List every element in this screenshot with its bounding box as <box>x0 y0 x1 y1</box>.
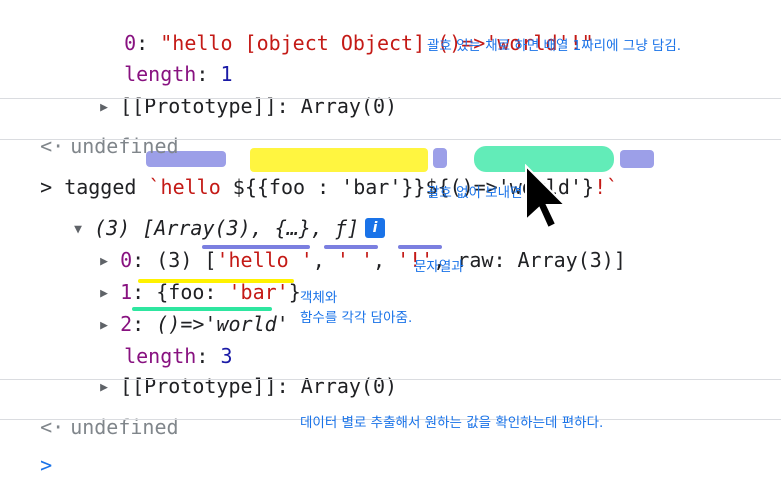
highlight-blue-end <box>620 150 654 168</box>
object-close: } <box>288 280 301 304</box>
annotation-note: 괄호 있는 채로 하면 배열 1짜리에 그냥 담김. <box>427 38 682 54</box>
divider <box>0 379 781 380</box>
annotation-note: 함수를 각각 담아줌. <box>300 310 413 326</box>
prototype-value: Array(0) <box>300 374 398 398</box>
divider <box>0 98 781 99</box>
annotation-note: 문자열과 <box>414 259 464 275</box>
annotation-note: 괄호 없이 보내면 <box>427 185 523 201</box>
mouse-cursor-icon <box>525 164 568 230</box>
string-value: ' ' <box>336 248 373 272</box>
raw-value: : Array(3)] <box>493 248 626 272</box>
separator: , <box>373 248 398 272</box>
divider <box>0 139 781 140</box>
annotation-note: 데이터 별로 추출해서 원하는 값을 확인하는데 편하다. <box>300 415 604 431</box>
separator: , <box>312 248 337 272</box>
console-prompt[interactable]: > <box>16 426 756 478</box>
template-part: } <box>413 175 426 199</box>
template-part: !` <box>594 175 619 199</box>
annotation-note: 객체와 <box>300 290 338 306</box>
template-part: } <box>582 175 595 199</box>
prompt-chevron-icon: > <box>40 453 53 477</box>
